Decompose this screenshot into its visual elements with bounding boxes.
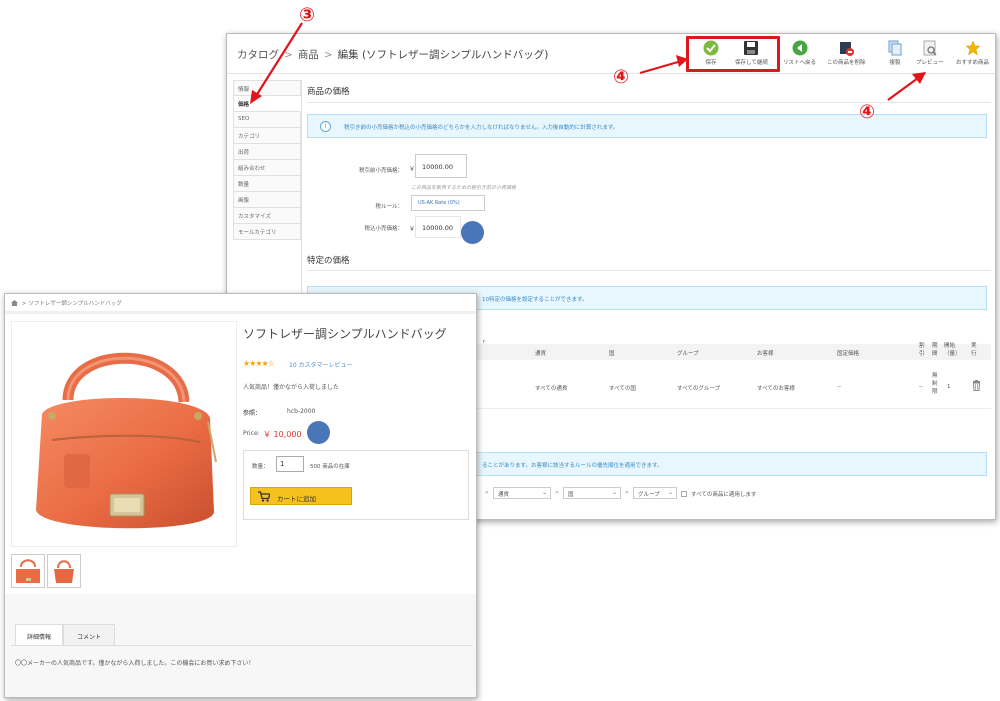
annotation-badge-4: ④ [859, 101, 876, 123]
annotation-arrows [250, 22, 926, 104]
annotation-badge-4: ④ [613, 66, 630, 88]
arrow-3 [255, 22, 303, 97]
arrow-4a [639, 60, 679, 75]
annotation-badge-3: ③ [299, 4, 316, 26]
arrow-4b [887, 77, 919, 101]
arrow-4a-head [676, 55, 688, 67]
arrow-3-head [250, 90, 262, 104]
screenshot-canvas: カタログ > 商品 > 編集 (ソフトレザー調シンプルハンドバッグ) 保存 保存して継続… [0, 0, 1000, 701]
